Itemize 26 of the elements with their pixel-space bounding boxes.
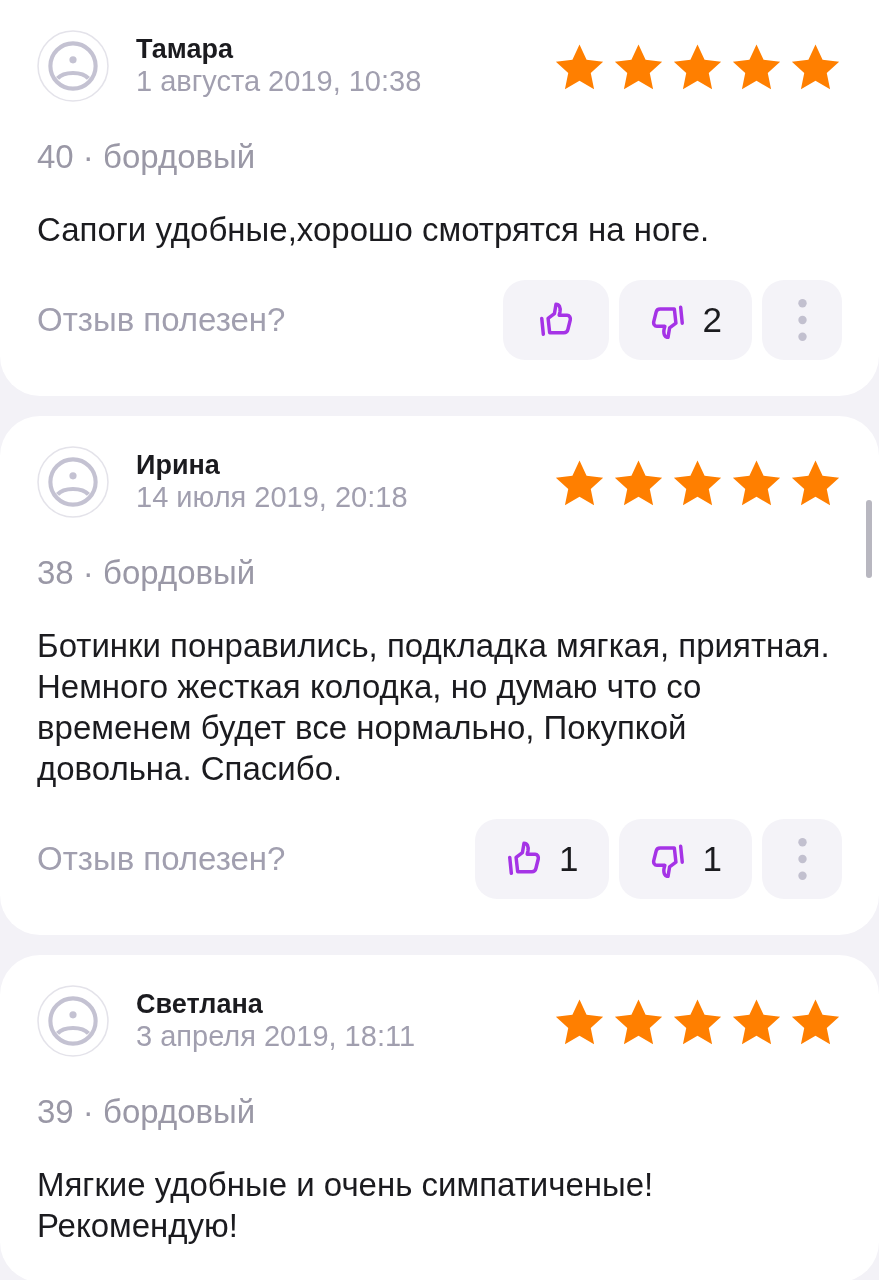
- dislike-button[interactable]: 2: [618, 280, 752, 360]
- size-color: 38 · бордовый: [37, 553, 257, 593]
- review-date: 14 июля 2019, 20:18: [136, 480, 409, 514]
- more-icon: [797, 838, 807, 880]
- review-date: 3 апреля 2019, 18:11: [136, 1019, 417, 1053]
- avatar-icon: [37, 985, 109, 1057]
- author-name: Ирина: [136, 450, 221, 480]
- more-button[interactable]: [762, 819, 842, 899]
- more-icon: [797, 299, 807, 341]
- size-color: 40 · бордовый: [37, 137, 257, 177]
- more-button[interactable]: [762, 280, 842, 360]
- avatar-icon: [37, 446, 109, 518]
- like-button[interactable]: [502, 280, 609, 360]
- author-name: Светлана: [136, 989, 264, 1019]
- helpful-question: Отзыв полезен?: [37, 840, 286, 878]
- review-text: Мягкие удобные и очень симпатиченые! Рекомендую!: [37, 1165, 655, 1246]
- like-button[interactable]: 1: [475, 819, 609, 899]
- avatar-icon: [37, 30, 109, 102]
- dislike-button[interactable]: 1: [618, 819, 752, 899]
- size-color: 39 · бордовый: [37, 1092, 257, 1132]
- scrollbar[interactable]: [866, 500, 872, 578]
- helpful-question: Отзыв полезен?: [37, 301, 286, 339]
- review-text: Ботинки понравились, подкладка мягкая, приятная. Немного жесткая колодка, но думаю что со временем будет все нормально, Покупкой довольна. Спасибо.: [37, 626, 831, 789]
- author-name: Тамара: [136, 34, 235, 64]
- review-date: 1 августа 2019, 10:38: [136, 64, 423, 98]
- review-text: Сапоги удобные,хорошо смотрятся на ноге.: [37, 210, 711, 250]
